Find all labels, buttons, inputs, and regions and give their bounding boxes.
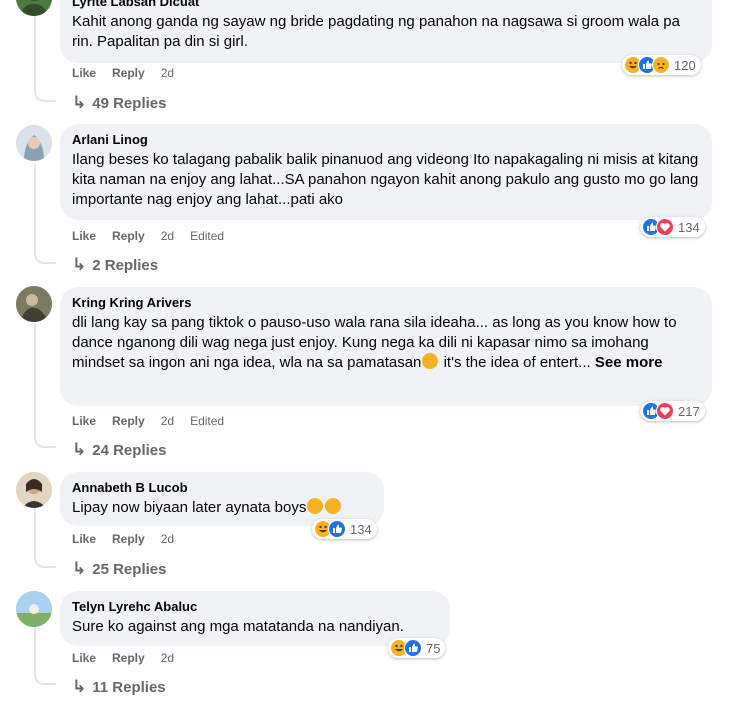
avatar[interactable]	[16, 0, 52, 16]
comment-author[interactable]: Telyn Lyrehc Abaluc	[72, 599, 438, 615]
like-icon	[404, 639, 422, 657]
comment-author[interactable]: Kring Kring Arivers	[72, 295, 700, 311]
comment-bubble: Kring Kring Arivers dli lang kay sa pang…	[60, 287, 712, 406]
thread-line	[34, 508, 36, 558]
reaction-count: 134	[678, 219, 700, 235]
reaction-summary[interactable]: 120	[622, 55, 701, 75]
view-replies-button[interactable]: ↳ 25 Replies	[72, 559, 166, 579]
comment-text: Lipay now biyaan later aynata boys	[72, 498, 372, 518]
comment-actions: Like Reply 2d	[72, 531, 190, 547]
replies-label: 2 Replies	[92, 256, 159, 274]
avatar[interactable]	[16, 591, 52, 627]
like-button[interactable]: Like	[72, 414, 96, 428]
reply-arrow-icon: ↳	[72, 677, 87, 696]
reaction-count: 75	[426, 640, 441, 656]
edited-label: Edited	[190, 414, 225, 428]
thread-connector	[34, 90, 56, 102]
reaction-count: 120	[674, 57, 696, 73]
thread-line	[34, 164, 36, 254]
view-replies-button[interactable]: ↳ 49 Replies	[72, 93, 166, 113]
like-button[interactable]: Like	[72, 532, 96, 546]
comment-text: Sure ko against ang mga matatanda na nan…	[72, 618, 404, 635]
rofl-emoji-icon	[325, 498, 342, 514]
comment-bubble: Annabeth B Lucob Lipay now biyaan later …	[60, 472, 384, 526]
view-replies-button[interactable]: ↳ 2 Replies	[72, 255, 158, 275]
comment-actions: Like Reply 2d Edited	[72, 413, 224, 429]
avatar[interactable]	[16, 286, 52, 322]
comment-author[interactable]: Annabeth B Lucob	[72, 480, 372, 496]
comment-bubble: Lyrite Labsan Dicuat Kahit anong ganda n…	[60, 0, 712, 63]
comment-actions: Like Reply 2d Edited	[72, 228, 224, 244]
reply-button[interactable]: Reply	[112, 66, 145, 80]
replies-label: 49 Replies	[92, 94, 167, 112]
thread-connector	[34, 673, 56, 685]
avatar[interactable]	[16, 472, 52, 508]
replies-label: 24 Replies	[92, 441, 167, 459]
rofl-emoji-icon	[307, 498, 324, 514]
thread-line	[34, 324, 36, 438]
reaction-summary[interactable]: 134	[640, 217, 705, 237]
comment-text: dli lang kay sa pang tiktok o pauso-uso …	[72, 313, 700, 373]
see-more-link[interactable]: See more	[595, 354, 663, 371]
thread-connector	[34, 556, 56, 568]
reaction-count: 217	[678, 403, 700, 419]
grinning-emoji-icon	[422, 353, 439, 369]
reaction-count: 134	[350, 521, 372, 537]
timestamp[interactable]: 2d	[161, 229, 174, 243]
like-button[interactable]: Like	[72, 651, 96, 665]
replies-label: 11 Replies	[92, 678, 166, 696]
timestamp[interactable]: 2d	[161, 532, 174, 546]
thread-connector	[34, 436, 56, 448]
comment-bubble: Telyn Lyrehc Abaluc Sure ko against ang …	[60, 591, 450, 646]
reply-arrow-icon: ↳	[72, 440, 87, 459]
comment-actions: Like Reply 2d	[72, 65, 190, 81]
like-icon	[328, 520, 346, 538]
comment-author[interactable]: Lyrite Labsan Dicuat	[72, 0, 700, 10]
reply-button[interactable]: Reply	[112, 532, 145, 546]
comment-text-body: Lipay now biyaan later aynata boys	[72, 499, 307, 516]
reply-button[interactable]: Reply	[112, 229, 145, 243]
view-replies-button[interactable]: ↳ 11 Replies	[72, 677, 166, 697]
comment-author[interactable]: Arlani Linog	[72, 132, 700, 148]
view-replies-button[interactable]: ↳ 24 Replies	[72, 440, 166, 460]
reply-arrow-icon: ↳	[72, 255, 87, 274]
timestamp[interactable]: 2d	[161, 66, 174, 80]
reaction-summary[interactable]: 134	[312, 519, 377, 539]
edited-label: Edited	[190, 229, 225, 243]
reply-arrow-icon: ↳	[72, 93, 87, 112]
reaction-summary[interactable]: 75	[388, 638, 446, 658]
timestamp[interactable]: 2d	[161, 414, 174, 428]
comment-bubble: Arlani Linog Ilang beses ko talagang pab…	[60, 124, 712, 220]
thread-line	[34, 627, 36, 675]
like-button[interactable]: Like	[72, 229, 96, 243]
like-button[interactable]: Like	[72, 66, 96, 80]
thread-connector	[34, 252, 56, 264]
reply-arrow-icon: ↳	[72, 559, 87, 578]
replies-label: 25 Replies	[92, 560, 167, 578]
reaction-summary[interactable]: 217	[640, 401, 705, 421]
comment-text: Ilang beses ko talagang pabalik balik pi…	[72, 151, 699, 208]
reply-button[interactable]: Reply	[112, 414, 145, 428]
sad-icon	[652, 56, 670, 74]
love-icon	[656, 218, 674, 236]
avatar[interactable]	[16, 125, 52, 161]
love-icon	[656, 402, 674, 420]
comment-text-tail: it's the idea of entert...	[439, 354, 591, 371]
timestamp[interactable]: 2d	[161, 651, 174, 665]
comment-text: Kahit anong ganda ng sayaw ng bride pagd…	[72, 13, 680, 50]
comment-actions: Like Reply 2d	[72, 650, 190, 666]
reply-button[interactable]: Reply	[112, 651, 145, 665]
